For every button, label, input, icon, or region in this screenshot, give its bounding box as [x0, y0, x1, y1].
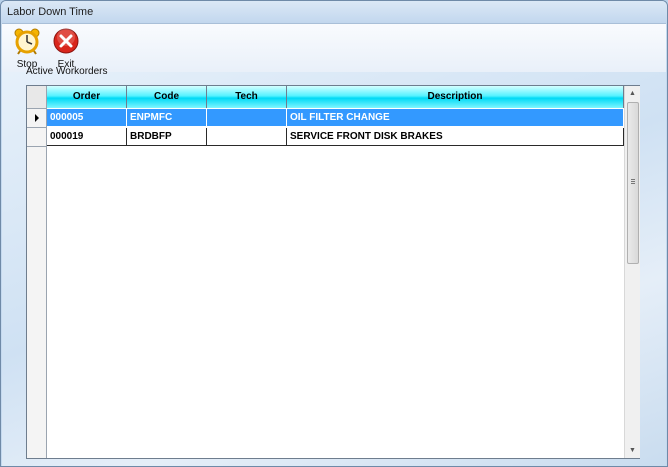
cell-code[interactable]: ENPMFC: [127, 109, 207, 127]
app-window: Labor Down Time Stop Exit Active Workord…: [0, 0, 668, 467]
table-row[interactable]: 000019 BRDBFP SERVICE FRONT DISK BRAKES: [47, 128, 624, 146]
column-header-tech[interactable]: Tech: [207, 86, 287, 108]
content-area: Active Workorders Order Code Tech Descri…: [2, 66, 666, 466]
cell-tech[interactable]: [207, 109, 287, 127]
grid-header: Order Code Tech Description: [47, 86, 624, 108]
close-icon: [52, 27, 80, 55]
window-title: Labor Down Time: [7, 6, 94, 18]
cell-code[interactable]: BRDBFP: [127, 128, 207, 146]
scroll-down-arrow-icon[interactable]: ▼: [625, 443, 640, 458]
row-header-1[interactable]: [27, 109, 46, 128]
cell-description[interactable]: OIL FILTER CHANGE: [287, 109, 624, 127]
row-header-2[interactable]: [27, 128, 46, 147]
scroll-up-arrow-icon[interactable]: ▲: [625, 86, 640, 101]
alarm-clock-icon: [13, 27, 41, 55]
stop-button[interactable]: Stop: [9, 27, 45, 71]
workorders-grid[interactable]: Order Code Tech Description 000005 ENPMF…: [26, 85, 640, 459]
row-pointer-icon: [35, 114, 39, 122]
column-header-code[interactable]: Code: [127, 86, 207, 108]
cell-tech[interactable]: [207, 128, 287, 146]
grid-corner: [27, 86, 46, 109]
row-header-column: [27, 86, 47, 458]
vertical-scrollbar[interactable]: ▲ ▼: [624, 86, 640, 458]
cell-order[interactable]: 000005: [47, 109, 127, 127]
column-header-description[interactable]: Description: [287, 86, 624, 108]
cell-order[interactable]: 000019: [47, 128, 127, 146]
cell-description[interactable]: SERVICE FRONT DISK BRAKES: [287, 128, 624, 146]
title-bar[interactable]: Labor Down Time: [1, 1, 667, 23]
scrollbar-thumb[interactable]: [627, 102, 639, 264]
thumb-grip: [631, 181, 635, 182]
thumb-grip: [631, 179, 635, 180]
thumb-grip: [631, 183, 635, 184]
group-label-active-workorders: Active Workorders: [26, 66, 108, 77]
column-header-order[interactable]: Order: [47, 86, 127, 108]
exit-button[interactable]: Exit: [48, 27, 84, 71]
table-row[interactable]: 000005 ENPMFC OIL FILTER CHANGE: [47, 109, 624, 127]
